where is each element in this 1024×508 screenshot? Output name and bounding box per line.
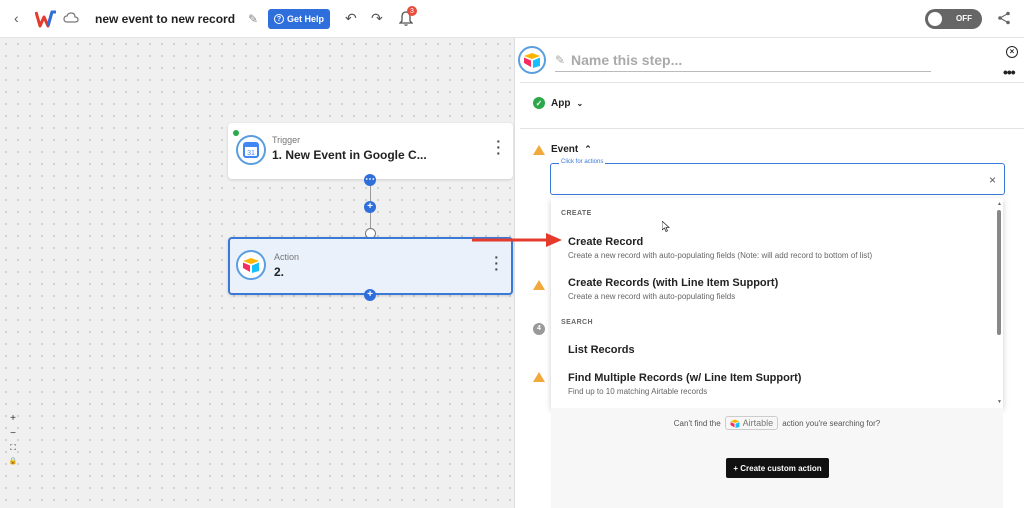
pencil-icon: ✎: [555, 53, 566, 67]
clear-icon[interactable]: ×: [989, 173, 996, 187]
event-label: Event: [551, 144, 579, 155]
dropdown-option[interactable]: Find Multiple Records (w/ Line Item Supp…: [568, 372, 801, 396]
dropdown-scrollbar[interactable]: [997, 210, 1001, 335]
create-custom-action-button[interactable]: + Create custom action: [726, 458, 829, 478]
option-title: Create Records (with Line Item Support): [568, 277, 779, 289]
airtable-icon: [236, 250, 266, 280]
chevron-down-icon: ⌄: [576, 98, 584, 108]
connector-line: [370, 186, 371, 202]
toggle-label: OFF: [956, 14, 972, 23]
trigger-type-label: Trigger: [272, 135, 301, 145]
help-icon: ?: [273, 14, 284, 24]
dropdown-option[interactable]: Create Records (with Line Item Support) …: [568, 277, 778, 301]
fit-view-icon[interactable]: ⛶: [10, 443, 16, 453]
warning-icon: [533, 280, 545, 290]
zoom-in-icon[interactable]: +: [10, 413, 16, 424]
option-title: Find Multiple Records (w/ Line Item Supp…: [568, 372, 802, 384]
zoom-out-icon[interactable]: −: [10, 428, 16, 439]
workflow-canvas[interactable]: 31 Trigger 1. New Event in Google C... ·…: [0, 38, 514, 508]
app-chip: Airtable: [724, 416, 779, 430]
app-section-header[interactable]: ✓ App ⌄: [533, 97, 583, 109]
close-icon[interactable]: ×: [1006, 46, 1018, 58]
warning-icon: [533, 144, 545, 155]
workflow-toggle[interactable]: OFF: [925, 9, 982, 29]
top-bar: ‹ new event to new record ✎ ? Get Help ↶…: [0, 0, 1024, 38]
lock-icon[interactable]: 🔒: [9, 457, 18, 465]
get-help-label: Get Help: [286, 14, 324, 24]
scroll-down-icon[interactable]: ▼: [997, 399, 1002, 405]
cloud-icon: [63, 12, 79, 23]
cant-find-prefix: Can't find the: [673, 418, 721, 428]
option-description: Create a new record with auto-populating…: [568, 292, 736, 301]
divider: [520, 128, 1024, 129]
trigger-more-icon[interactable]: · · ·: [496, 134, 501, 160]
cant-find-text: Can't find the Airtable action you're se…: [551, 416, 1003, 430]
event-section-header[interactable]: Event ⌃: [533, 144, 592, 155]
trigger-name: 1. New Event in Google C...: [272, 148, 427, 162]
option-title: Create Record: [568, 236, 644, 248]
airtable-icon: [730, 419, 740, 428]
share-icon[interactable]: [997, 11, 1011, 25]
step-name-placeholder: Name this step...: [571, 52, 683, 68]
action-type-label: Action: [274, 252, 300, 262]
cant-find-suffix: action you're searching for?: [782, 418, 881, 428]
undo-icon[interactable]: ↶: [345, 10, 357, 27]
action-card[interactable]: Action 2. · · ·: [228, 237, 513, 295]
trigger-card[interactable]: 31 Trigger 1. New Event in Google C... ·…: [228, 123, 513, 179]
dropdown-option[interactable]: Create Record Create a new record with a…: [568, 236, 872, 260]
action-name: 2.: [274, 265, 285, 279]
airtable-step-icon: [518, 46, 546, 74]
action-more-icon[interactable]: · · ·: [494, 250, 499, 276]
redo-icon[interactable]: ↷: [371, 10, 383, 27]
warning-icon: [533, 372, 545, 382]
option-description: Find up to 10 matching Airtable records: [568, 387, 708, 396]
workflow-title[interactable]: new event to new record: [95, 12, 235, 26]
add-step-button[interactable]: +: [364, 289, 376, 301]
logo-icon: [35, 10, 56, 28]
svg-text:31: 31: [247, 150, 255, 157]
chevron-up-icon: ⌃: [584, 144, 592, 154]
red-arrow-icon: [472, 233, 562, 247]
back-icon[interactable]: ‹: [14, 10, 19, 26]
option-title: List Records: [568, 344, 635, 356]
app-label: App: [551, 97, 571, 109]
toggle-knob: [928, 12, 942, 26]
notification-badge: 3: [407, 6, 417, 16]
edit-title-icon[interactable]: ✎: [248, 12, 258, 26]
scroll-up-icon[interactable]: ▲: [997, 201, 1002, 207]
event-dropdown: CREATE Create Record Create a new record…: [551, 198, 1003, 408]
event-input-label: Click for actions: [559, 159, 606, 165]
step-name-input[interactable]: ✎ Name this step...: [555, 52, 931, 72]
panel-more-icon[interactable]: •••: [1003, 64, 1016, 80]
get-help-button[interactable]: ? Get Help: [268, 9, 330, 29]
step-number-badge: 4: [533, 323, 545, 335]
dropdown-option[interactable]: List Records: [568, 344, 635, 356]
trigger-status-dot: [233, 130, 239, 136]
step-config-panel: ✎ Name this step... × ••• ✓ App ⌄ Event …: [514, 38, 1024, 508]
connector-handle[interactable]: ⋯: [364, 174, 376, 186]
zoom-controls: + − ⛶ 🔒: [6, 413, 20, 465]
connector-line: [370, 213, 371, 229]
check-icon: ✓: [533, 97, 545, 109]
mouse-cursor-icon: [662, 221, 670, 232]
divider: [520, 82, 1024, 83]
add-step-button[interactable]: +: [364, 201, 376, 213]
group-label-create: CREATE: [561, 210, 592, 217]
option-description: Create a new record with auto-populating…: [568, 251, 873, 260]
app-chip-label: Airtable: [742, 418, 774, 428]
google-calendar-icon: 31: [236, 135, 266, 165]
group-label-search: SEARCH: [561, 319, 593, 326]
event-select-input[interactable]: Click for actions ×: [550, 159, 1005, 195]
